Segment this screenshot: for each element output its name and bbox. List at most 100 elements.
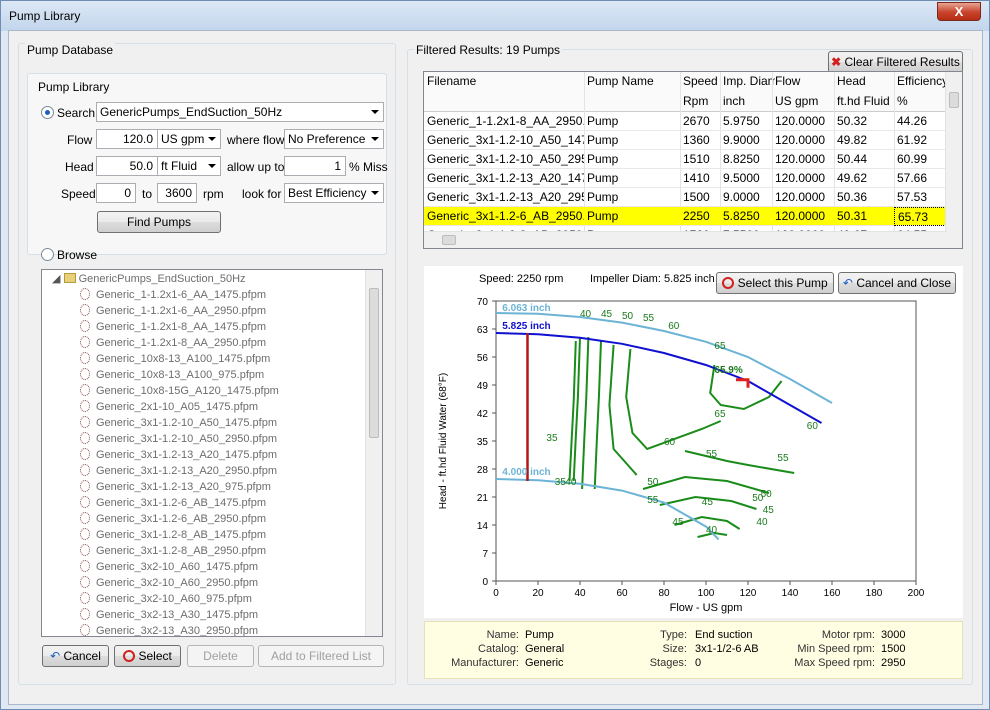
tree-item[interactable]: Generic_1-1.2x1-6_AA_2950.pfpm xyxy=(68,304,266,320)
pump-file-icon xyxy=(80,608,90,620)
y-tick-label: 56 xyxy=(477,353,489,364)
table-row[interactable]: Generic_3x1-1.2-10_A50_1475.pfpmPump 1360… xyxy=(424,131,947,150)
table-cell: 50.44 xyxy=(837,152,868,166)
efficiency-label: 60 xyxy=(668,321,680,332)
x-tick-label: 160 xyxy=(824,588,841,599)
speed-min-input[interactable]: 0 xyxy=(96,183,136,203)
grid-hscrollbar[interactable] xyxy=(424,231,947,248)
tree-item[interactable]: Generic_3x1-1.2-8_AB_2950.pfpm xyxy=(68,544,266,560)
tree-item-label: Generic_3x2-10_A60_975.pfpm xyxy=(96,593,252,605)
grid-header-5[interactable]: Head xyxy=(837,74,897,88)
grid-hscroll-thumb[interactable] xyxy=(442,235,456,245)
efficiency-label: 65.9% xyxy=(714,365,742,376)
tree-item[interactable]: Generic_3x1-1.2-13_A20_975.pfpm xyxy=(68,480,271,496)
pump-file-icon xyxy=(80,464,90,476)
type-value: End suction xyxy=(695,629,753,641)
max-speed-value: 2950 xyxy=(881,657,906,669)
look-for-select[interactable]: Best Efficiency xyxy=(284,183,384,203)
grid-header-1[interactable]: Pump Name xyxy=(587,74,683,88)
grid-unit-4: US gpm xyxy=(775,94,819,108)
flow-input[interactable]: 120.0 xyxy=(96,129,158,149)
pump-database-title: Pump Database xyxy=(25,43,116,57)
tree-item[interactable]: Generic_3x1-1.2-10_A50_2950.pfpm xyxy=(68,432,277,448)
select-button[interactable]: Select xyxy=(114,645,181,667)
pump-file-icon xyxy=(80,320,90,332)
search-radio[interactable] xyxy=(41,106,54,119)
tree-item[interactable]: Generic_10x8-13_A100_1475.pfpm xyxy=(68,352,270,368)
table-row[interactable]: Generic_1-1.2x1-8_AA_2950.pfpmPump 2670 5.… xyxy=(424,112,947,131)
grid-vscroll-thumb[interactable] xyxy=(949,92,959,108)
y-tick-label: 28 xyxy=(477,465,489,476)
pump-tree[interactable]: ◢ GenericPumps_EndSuction_50Hz Generic_1… xyxy=(41,269,383,637)
tree-item[interactable]: Generic_3x1-1.2-10_A50_1475.pfpm xyxy=(68,416,277,432)
close-button[interactable]: X xyxy=(937,2,981,21)
table-cell: 1500 xyxy=(683,190,710,204)
table-cell: Generic_3x1-1.2-13_A20_2950.pfpm xyxy=(427,190,584,204)
table-row[interactable]: Generic_3x1-1.2-13_A20_2950.pfpmPump 1500… xyxy=(424,188,947,207)
library-select[interactable]: GenericPumps_EndSuction_50Hz xyxy=(96,102,384,122)
efficiency-label: 65 xyxy=(714,409,726,420)
tree-item[interactable]: Generic_3x1-1.2-6_AB_1475.pfpm xyxy=(68,496,266,512)
grid-unit-2: Rpm xyxy=(683,94,709,108)
tree-item[interactable]: Generic_10x8-13_A100_975.pfpm xyxy=(68,368,264,384)
tree-root[interactable]: ◢ GenericPumps_EndSuction_50Hz xyxy=(52,272,246,288)
grid-vscrollbar[interactable] xyxy=(945,72,962,248)
speed-to-label: to xyxy=(142,187,153,201)
head-input[interactable]: 50.0 xyxy=(96,156,158,176)
select-this-pump-label: Select this Pump xyxy=(737,276,828,290)
pump-file-icon xyxy=(80,288,90,300)
tree-item[interactable]: Generic_3x2-10_A60_975.pfpm xyxy=(68,592,252,608)
pump-file-icon xyxy=(80,496,90,508)
pump-file-icon xyxy=(80,432,90,444)
grid-header-4[interactable]: Flow xyxy=(775,74,837,88)
tree-item[interactable]: Generic_1-1.2x1-8_AA_1475.pfpm xyxy=(68,320,266,336)
tree-scrollbar[interactable] xyxy=(365,270,382,636)
tree-scroll-thumb[interactable] xyxy=(369,288,379,438)
tree-item[interactable]: Generic_1-1.2x1-6_AA_1475.pfpm xyxy=(68,288,266,304)
speed-max-input[interactable]: 3600 xyxy=(157,183,197,203)
table-row[interactable]: Generic_3x1-1.2-6_AB_2950.pfpmPump 2250 5.… xyxy=(424,207,948,226)
table-row[interactable]: Generic_3x1-1.2-13_A20_1475.pfpmPump 1410… xyxy=(424,169,947,188)
table-row[interactable]: Generic_3x1-1.2-10_A50_2950.pfpmPump 1510… xyxy=(424,150,947,169)
tree-item-label: Generic_10x8-13_A100_1475.pfpm xyxy=(96,353,271,365)
table-cell: 49.62 xyxy=(837,171,868,185)
tree-item[interactable]: Generic_10x8-15G_A120_1475.pfpm xyxy=(68,384,279,400)
results-grid[interactable]: Filename Pump Name Speed Rpm Imp. Diam inch Fl… xyxy=(423,71,963,249)
browse-radio[interactable] xyxy=(41,248,54,261)
tree-item[interactable]: Generic_3x2-10_A60_1475.pfpm xyxy=(68,560,258,576)
tree-item[interactable]: Generic_3x2-13_A30_1475.pfpm xyxy=(68,608,258,624)
delete-button[interactable]: Delete xyxy=(187,645,254,667)
curve-label: 5.825 inch xyxy=(502,321,550,332)
grid-unit-5: ft.hd Fluid xyxy=(837,94,890,108)
cancel-and-close-button[interactable]: ↶ Cancel and Close xyxy=(838,272,956,294)
table-cell: 120.0000 xyxy=(775,152,826,166)
select-this-pump-button[interactable]: Select this Pump xyxy=(716,272,834,294)
chevron-down-icon xyxy=(371,137,379,141)
tree-item[interactable]: Generic_3x2-10_A60_2950.pfpm xyxy=(68,576,258,592)
where-flow-select[interactable]: No Preference xyxy=(284,129,384,149)
tree-item[interactable]: Generic_1-1.2x1-8_AA_2950.pfpm xyxy=(68,336,266,352)
tree-item-label: Generic_3x1-1.2-8_AB_2950.pfpm xyxy=(96,545,266,557)
tree-item[interactable]: Generic_3x1-1.2-13_A20_1475.pfpm xyxy=(68,448,277,464)
chevron-down-icon xyxy=(208,137,216,141)
tree-item[interactable]: Generic_3x1-1.2-8_AB_1475.pfpm xyxy=(68,528,266,544)
flow-unit-select[interactable]: US gpm xyxy=(157,129,221,149)
y-tick-label: 21 xyxy=(477,493,489,504)
clear-filtered-results-button[interactable]: ✖ Clear Filtered Results xyxy=(828,51,963,73)
grid-header-3[interactable]: Imp. Diam xyxy=(723,74,775,88)
grid-header-6[interactable]: Efficiency xyxy=(897,74,951,88)
tree-item[interactable]: Generic_3x1-1.2-6_AB_2950.pfpm xyxy=(68,512,266,528)
cancel-button[interactable]: ↶ Cancel xyxy=(42,645,109,667)
chart-speed-label: Speed: 2250 rpm xyxy=(479,273,564,285)
tree-item[interactable]: Generic_2x1-10_A05_1475.pfpm xyxy=(68,400,258,416)
miss-input[interactable]: 1 xyxy=(284,156,346,176)
head-unit-select[interactable]: ft Fluid xyxy=(157,156,221,176)
table-cell: 9.5000 xyxy=(723,171,760,185)
tree-item[interactable]: Generic_3x1-1.2-13_A20_2950.pfpm xyxy=(68,464,277,480)
grid-header-2[interactable]: Speed xyxy=(683,74,723,88)
tree-item[interactable]: Generic_3x2-13_A30_2950.pfpm xyxy=(68,624,258,636)
find-pumps-button[interactable]: Find Pumps xyxy=(97,211,221,233)
add-to-filtered-list-button[interactable]: Add to Filtered List xyxy=(258,645,384,667)
table-cell: 9.9000 xyxy=(723,133,760,147)
grid-header-0[interactable]: Filename xyxy=(427,74,587,88)
